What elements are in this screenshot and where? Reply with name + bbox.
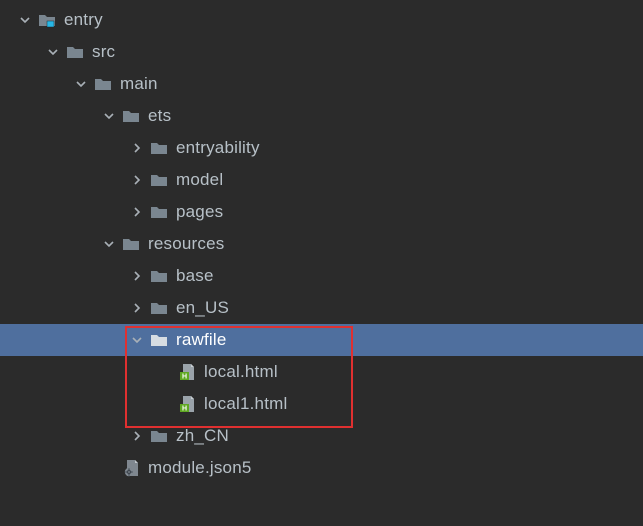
tree-row-entry[interactable]: entry — [0, 4, 643, 36]
chevron-right-icon[interactable] — [130, 429, 144, 443]
tree-label: src — [92, 42, 115, 62]
folder-icon — [150, 332, 168, 348]
json5-file-icon — [122, 460, 140, 476]
chevron-down-icon[interactable] — [102, 237, 116, 251]
folder-icon — [150, 300, 168, 316]
tree-label: entryability — [176, 138, 260, 158]
folder-icon — [122, 236, 140, 252]
folder-icon — [94, 76, 112, 92]
tree-row-zh_CN[interactable]: zh_CN — [0, 420, 643, 452]
chevron-right-icon[interactable] — [130, 205, 144, 219]
svg-text:H: H — [182, 406, 187, 413]
tree-row-entryability[interactable]: entryability — [0, 132, 643, 164]
tree-row-resources[interactable]: resources — [0, 228, 643, 260]
chevron-down-icon[interactable] — [46, 45, 60, 59]
tree-label: base — [176, 266, 214, 286]
tree-row-main[interactable]: main — [0, 68, 643, 100]
tree-row-en_US[interactable]: en_US — [0, 292, 643, 324]
folder-icon — [150, 268, 168, 284]
module-folder-icon — [38, 12, 56, 28]
chevron-right-icon[interactable] — [130, 301, 144, 315]
tree-row-local1_html[interactable]: H local1.html — [0, 388, 643, 420]
tree-row-rawfile[interactable]: rawfile — [0, 324, 643, 356]
tree-label: ets — [148, 106, 171, 126]
folder-icon — [66, 44, 84, 60]
folder-icon — [150, 172, 168, 188]
tree-row-model[interactable]: model — [0, 164, 643, 196]
tree-row-pages[interactable]: pages — [0, 196, 643, 228]
project-tree[interactable]: entry src main ets entryability model pa… — [0, 0, 643, 484]
chevron-down-icon[interactable] — [130, 333, 144, 347]
tree-row-local_html[interactable]: H local.html — [0, 356, 643, 388]
folder-icon — [122, 108, 140, 124]
chevron-right-icon[interactable] — [130, 141, 144, 155]
chevron-down-icon[interactable] — [18, 13, 32, 27]
tree-row-module_json5[interactable]: module.json5 — [0, 452, 643, 484]
tree-label: entry — [64, 10, 103, 30]
tree-label: zh_CN — [176, 426, 229, 446]
tree-label: resources — [148, 234, 224, 254]
chevron-right-icon[interactable] — [130, 269, 144, 283]
folder-icon — [150, 140, 168, 156]
tree-label: en_US — [176, 298, 229, 318]
tree-label: local.html — [204, 362, 278, 382]
tree-label: local1.html — [204, 394, 287, 414]
tree-label: module.json5 — [148, 458, 252, 478]
tree-label: main — [120, 74, 158, 94]
chevron-right-icon[interactable] — [130, 173, 144, 187]
tree-row-base[interactable]: base — [0, 260, 643, 292]
html-file-icon: H — [178, 364, 196, 380]
html-file-icon: H — [178, 396, 196, 412]
tree-row-src[interactable]: src — [0, 36, 643, 68]
chevron-down-icon[interactable] — [74, 77, 88, 91]
tree-label: pages — [176, 202, 223, 222]
tree-label: rawfile — [176, 330, 227, 350]
tree-label: model — [176, 170, 223, 190]
svg-text:H: H — [182, 374, 187, 381]
folder-icon — [150, 428, 168, 444]
chevron-down-icon[interactable] — [102, 109, 116, 123]
tree-row-ets[interactable]: ets — [0, 100, 643, 132]
folder-icon — [150, 204, 168, 220]
